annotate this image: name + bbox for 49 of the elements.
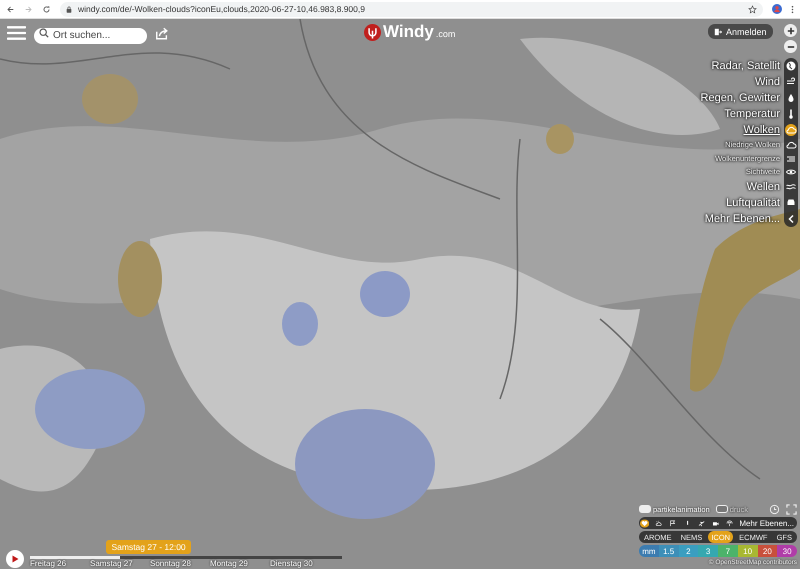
layer-menu-item[interactable]: Regen, Gewitter <box>700 92 780 104</box>
legend-value: 30 <box>777 545 797 557</box>
search-icon <box>39 28 49 38</box>
legend-value: 3 <box>698 545 718 557</box>
day-label[interactable]: Montag 29 <box>210 559 270 568</box>
back-icon[interactable] <box>6 4 15 14</box>
legend-value: 7 <box>718 545 738 557</box>
bookmark-star-icon[interactable] <box>748 4 757 14</box>
legend-value: 2 <box>678 545 698 557</box>
menu-icon[interactable] <box>7 25 26 41</box>
lock-icon <box>66 6 72 12</box>
legend-value: 20 <box>758 545 778 557</box>
address-bar[interactable]: windy.com/de/-Wolken-clouds?iconEu,clouds,2020-06-27-10,46.983,8.900,9 <box>60 2 763 16</box>
toggle-switch[interactable] <box>639 505 651 513</box>
logo-icon <box>364 24 381 40</box>
flag-icon[interactable] <box>668 518 678 528</box>
play-icon <box>10 554 20 564</box>
login-icon <box>714 28 722 36</box>
layer-menu-item[interactable]: Wind <box>754 76 780 88</box>
legend-unit: mm <box>639 545 659 557</box>
day-label[interactable]: Freitag 26 <box>30 559 90 568</box>
antenna-icon[interactable] <box>725 518 734 528</box>
logo-text: Windy <box>383 22 434 42</box>
layer-menu-item[interactable]: Luftqualität <box>726 196 780 208</box>
legend-value: 10 <box>738 545 758 557</box>
day-label[interactable]: Sonntag 28 <box>150 559 210 568</box>
cloud-icon[interactable] <box>785 124 797 136</box>
day-label[interactable]: Dienstag 30 <box>270 559 330 568</box>
layer-menu-item[interactable]: Temperatur <box>724 108 780 120</box>
profile-avatar-icon[interactable] <box>772 4 782 14</box>
reload-icon[interactable] <box>42 4 51 14</box>
clock-icon[interactable] <box>769 504 780 514</box>
logo-suffix: .com <box>436 29 456 39</box>
timeline-track[interactable] <box>30 556 342 559</box>
menu-icon[interactable] <box>791 4 794 14</box>
heart-icon[interactable] <box>640 518 650 528</box>
search-field[interactable]: Ort suchen... <box>34 28 147 44</box>
layer-menu-item[interactable]: Radar, Satellit <box>712 60 780 72</box>
layer-menu-item[interactable]: Wellen <box>746 180 780 192</box>
toggle-switch[interactable] <box>716 505 728 513</box>
day-label[interactable]: Samstag 27 <box>90 559 150 568</box>
globe-icon[interactable] <box>785 60 797 72</box>
plus-icon <box>786 26 794 34</box>
login-button[interactable]: Anmelden <box>708 24 773 39</box>
time-tooltip: Samstag 27 - 12:00 <box>106 540 191 554</box>
legend-value: 1.5 <box>658 545 678 557</box>
layer-menu-item[interactable]: Wolken <box>744 124 780 136</box>
share-icon[interactable] <box>155 26 169 40</box>
fullscreen-icon[interactable] <box>786 504 797 514</box>
